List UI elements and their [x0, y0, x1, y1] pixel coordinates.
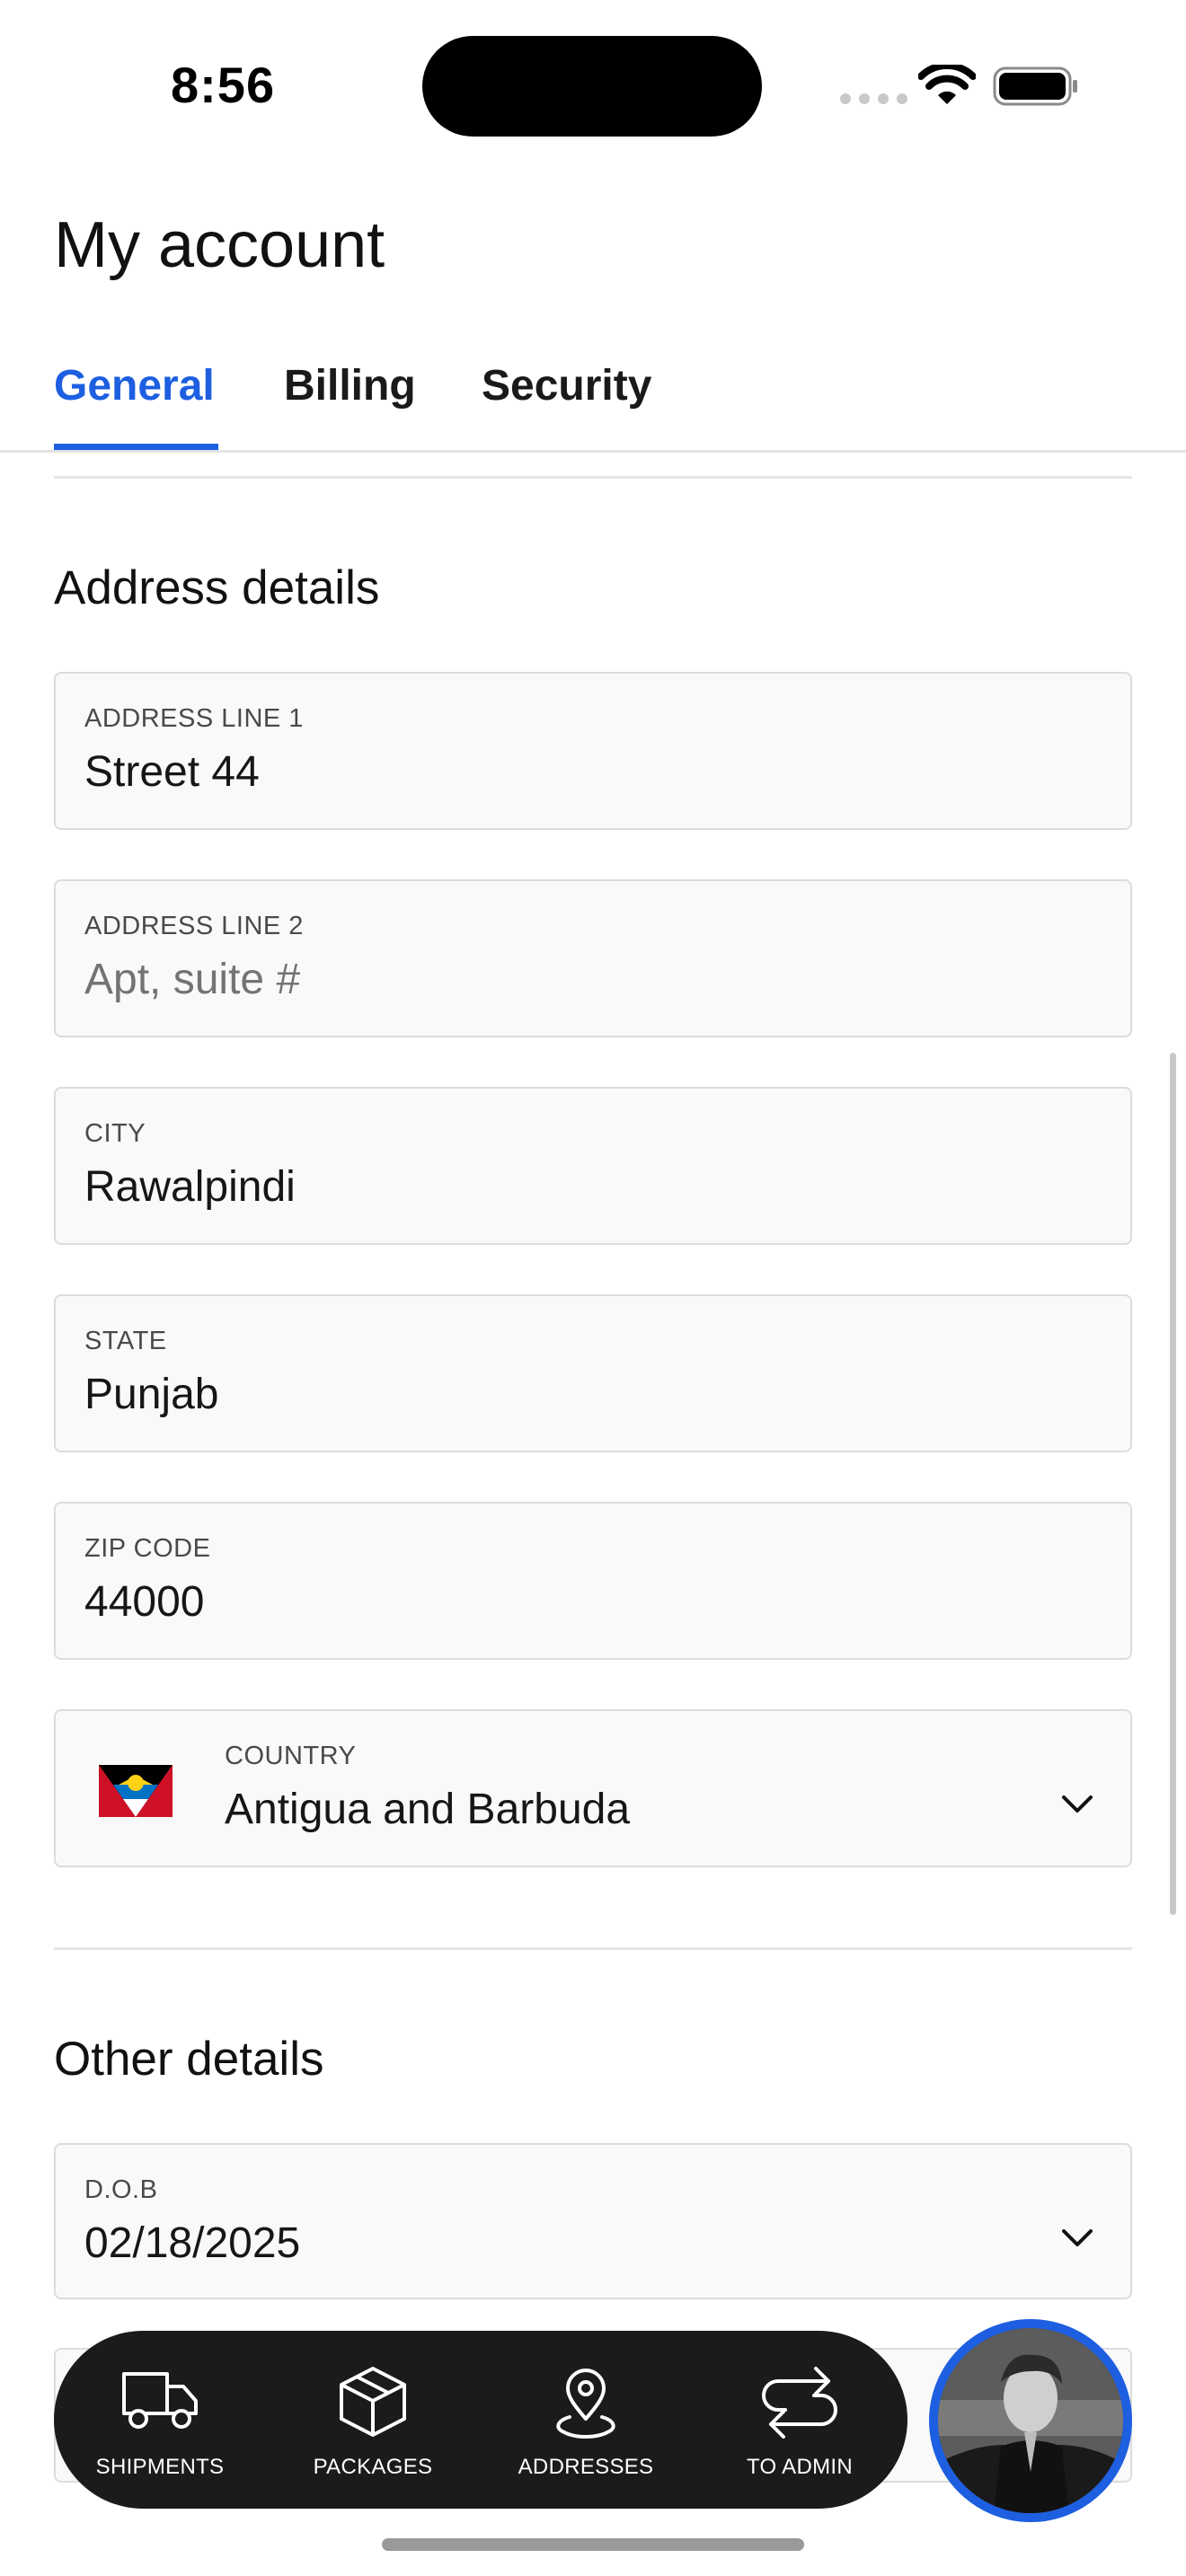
- cellular-signal-icon: [840, 93, 907, 104]
- profile-avatar[interactable]: [929, 2319, 1132, 2522]
- country-value: Antigua and Barbuda: [225, 1786, 631, 1833]
- dynamic-island: [422, 36, 762, 137]
- chevron-down-icon: [1062, 1795, 1093, 1813]
- dob-value: 02/18/2025: [84, 2219, 301, 2267]
- scrollbar[interactable]: [1170, 1053, 1176, 1915]
- account-tabs: General Billing Security: [0, 341, 1186, 453]
- section-divider: [54, 476, 1132, 479]
- antigua-and-barbuda-flag-icon: [99, 1765, 173, 1817]
- address-line-2-input[interactable]: Apt, suite #: [84, 955, 300, 1004]
- bottom-nav: SHIPMENTS PACKAGES ADDRESSES TO ADMIN: [54, 2331, 907, 2509]
- field-label: STATE: [84, 1327, 167, 1355]
- home-indicator: [382, 2538, 804, 2551]
- nav-addresses[interactable]: ADDRESSES: [487, 2331, 685, 2509]
- avatar-photo: [938, 2328, 1123, 2513]
- field-label: COUNTRY: [225, 1742, 357, 1770]
- swap-arrows-icon: [762, 2367, 837, 2439]
- tab-general[interactable]: General: [54, 361, 215, 410]
- nav-to-admin[interactable]: TO ADMIN: [701, 2331, 898, 2509]
- truck-icon: [122, 2372, 198, 2429]
- active-tab-indicator: [54, 444, 218, 450]
- nav-label: PACKAGES: [313, 2455, 433, 2479]
- section-divider: [54, 1947, 1132, 1950]
- nav-label: TO ADMIN: [747, 2455, 853, 2479]
- package-icon: [340, 2367, 406, 2437]
- field-label: ZIP CODE: [84, 1534, 211, 1563]
- address-line-2-field[interactable]: ADDRESS LINE 2 Apt, suite #: [54, 879, 1132, 1037]
- nav-shipments[interactable]: SHIPMENTS: [61, 2331, 259, 2509]
- battery-icon: [993, 66, 1077, 106]
- nav-packages[interactable]: PACKAGES: [274, 2331, 472, 2509]
- state-field[interactable]: STATE Punjab: [54, 1294, 1132, 1452]
- field-label: ADDRESS LINE 1: [84, 704, 304, 733]
- status-time: 8:56: [171, 57, 276, 113]
- address-line-1-field[interactable]: ADDRESS LINE 1 Street 44: [54, 672, 1132, 830]
- chevron-down-icon: [1062, 2229, 1093, 2246]
- page-title: My account: [54, 209, 385, 281]
- field-label: D.O.B: [84, 2175, 158, 2204]
- field-label: ADDRESS LINE 2: [84, 912, 304, 940]
- city-field[interactable]: CITY Rawalpindi: [54, 1087, 1132, 1245]
- tab-security[interactable]: Security: [482, 361, 651, 410]
- location-pin-icon: [556, 2369, 615, 2439]
- status-bar: 8:56: [0, 0, 1186, 171]
- nav-label: SHIPMENTS: [95, 2455, 225, 2479]
- address-line-1-input[interactable]: Street 44: [84, 747, 260, 797]
- country-select[interactable]: COUNTRY Antigua and Barbuda: [54, 1709, 1132, 1867]
- zip-code-field[interactable]: ZIP CODE 44000: [54, 1502, 1132, 1660]
- city-input[interactable]: Rawalpindi: [84, 1162, 296, 1212]
- dob-select[interactable]: D.O.B 02/18/2025: [54, 2143, 1132, 2299]
- nav-label: ADDRESSES: [518, 2455, 654, 2479]
- wifi-icon: [918, 65, 976, 104]
- state-input[interactable]: Punjab: [84, 1370, 218, 1419]
- field-label: CITY: [84, 1119, 146, 1148]
- other-section-title: Other details: [54, 2033, 324, 2086]
- tab-billing[interactable]: Billing: [284, 361, 416, 410]
- address-section-title: Address details: [54, 561, 380, 614]
- zip-code-input[interactable]: 44000: [84, 1577, 204, 1627]
